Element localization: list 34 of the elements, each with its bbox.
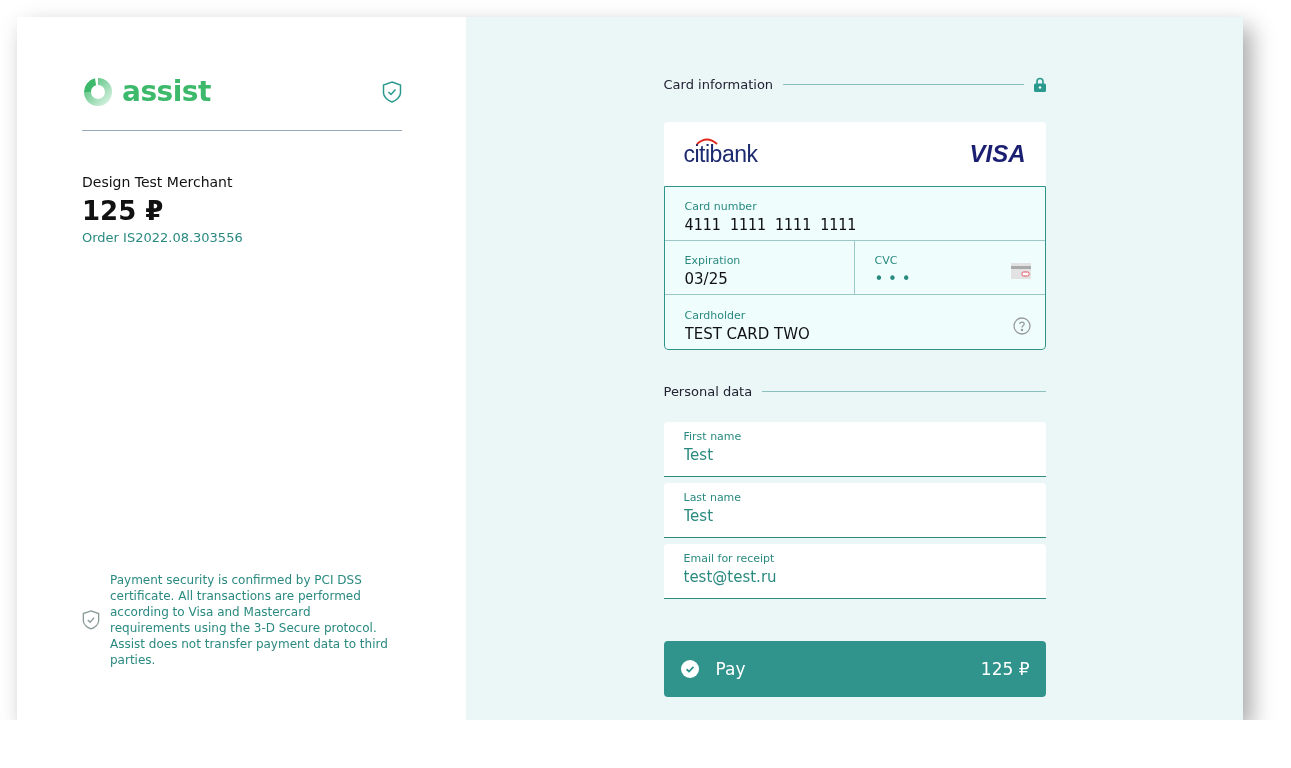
shield-check-icon	[82, 610, 100, 630]
section-title: Card information	[663, 76, 774, 92]
text-field[interactable]: Last name Test	[663, 483, 1046, 538]
field-label: Email for receipt	[683, 552, 776, 565]
lock-icon	[1033, 76, 1046, 92]
order-number: Order IS2022.08.303556	[82, 230, 244, 245]
order-amount: 125 ₽	[82, 196, 165, 226]
input-field[interactable]: test@test.ru	[683, 568, 1026, 586]
help-icon[interactable]	[1012, 316, 1031, 335]
input-field[interactable]: 03/25	[684, 270, 840, 288]
input-field[interactable]: Test	[683, 507, 1026, 525]
field-label: Card number	[684, 200, 758, 213]
input-field[interactable]: • • •	[874, 270, 1011, 288]
field-label: Cardholder	[684, 308, 747, 322]
card-network-logo: VISA	[969, 140, 1026, 168]
shield-check-icon	[382, 80, 402, 103]
input-field[interactable]: Test	[683, 446, 1026, 464]
input-field[interactable]: 4111 1111 1111 1111	[684, 216, 1031, 234]
text-field[interactable]: Email for receipt test@test.ru	[663, 544, 1046, 599]
field-label: Last name	[683, 491, 743, 504]
security-note: Payment security is confirmed by PCI DSS certificate. All transactions are performed according to Visa and Mastercard requirements using the 3-D Secure protocol. Assist does not transfer payment data to third parties.	[110, 572, 389, 668]
input-field[interactable]: TEST CARD TWO	[684, 324, 1013, 343]
bank-logo-text: citibank	[683, 140, 758, 168]
text-field[interactable]: First name Test	[663, 422, 1046, 477]
brand-logo-text: assist	[122, 75, 211, 108]
check-circle-icon	[680, 660, 699, 678]
field-label: First name	[683, 430, 743, 443]
merchant-name: Design Test Merchant	[82, 174, 234, 190]
card-icon	[1010, 263, 1031, 279]
field-label: CVC	[874, 254, 899, 267]
section-title: Personal data	[663, 383, 753, 399]
pay-button[interactable]: Pay 125 ₽	[663, 641, 1046, 697]
ring-logo-icon	[82, 75, 114, 108]
field-label: Expiration	[684, 254, 742, 267]
